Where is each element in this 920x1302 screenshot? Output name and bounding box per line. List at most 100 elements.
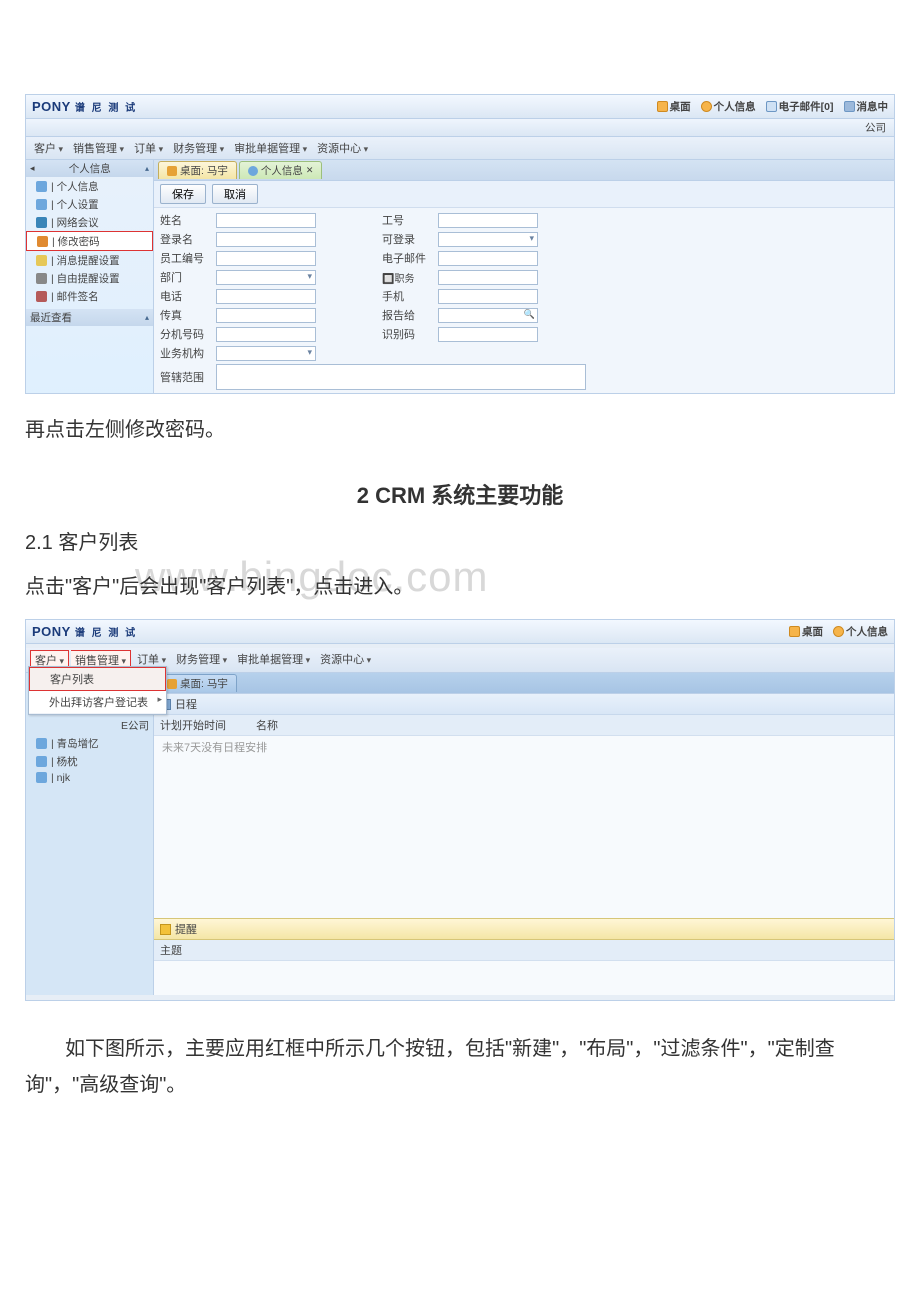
- col-start-time: 计划开始时间: [160, 717, 226, 733]
- select-bizorg[interactable]: [216, 346, 316, 361]
- lookup-report[interactable]: [438, 308, 538, 323]
- menu-resource[interactable]: 资源中心: [313, 139, 372, 157]
- label-login: 登录名: [160, 231, 216, 247]
- input-login[interactable]: [216, 232, 316, 247]
- label-title: 🔲职务: [382, 270, 438, 285]
- menu-customer[interactable]: 客户: [30, 139, 67, 157]
- schedule-empty-text: 未来7天没有日程安排: [154, 736, 894, 918]
- link-email[interactable]: 电子邮件[0]: [766, 99, 834, 114]
- label-mobile: 手机: [382, 288, 438, 304]
- sidebar-recent-header: 最近查看 ▴: [26, 309, 153, 326]
- save-button[interactable]: 保存: [160, 184, 206, 204]
- sidebar-recent-item[interactable]: | njk: [26, 770, 153, 785]
- menu-order[interactable]: 订单: [130, 139, 167, 157]
- tab-personal-info[interactable]: 个人信息✕: [239, 161, 323, 179]
- label-empno: 工号: [382, 212, 438, 228]
- tab-strip: 桌面: 马宇 个人信息✕: [154, 160, 894, 181]
- input-empno[interactable]: [438, 213, 538, 228]
- close-icon[interactable]: ✕: [306, 165, 314, 176]
- sidebar-item-change-password[interactable]: | 修改密码: [26, 231, 153, 251]
- top-links: 桌面 个人信息 电子邮件[0] 消息中: [657, 99, 888, 114]
- link-personal[interactable]: 个人信息: [701, 99, 756, 114]
- top-bar: PONY 谱 尼 测 试 桌面 个人信息 电子邮件[0] 消息中: [26, 95, 894, 119]
- home-icon: [167, 166, 177, 176]
- screenshot-personal-info: PONY 谱 尼 测 试 桌面 个人信息 电子邮件[0] 消息中 公司 客户 销…: [25, 94, 895, 394]
- brand-sub: 谱 尼 测 试: [75, 99, 137, 114]
- alert-icon: [36, 255, 47, 266]
- screenshot-customer-list: PONY 谱 尼 测 试 桌面 个人信息 客户 销售管理 订单 财务管理 审批单…: [25, 619, 895, 1001]
- home-icon: [167, 679, 177, 689]
- dropdown-item-customer-list[interactable]: 客户列表: [29, 667, 166, 691]
- menu-resource[interactable]: 资源中心: [316, 650, 375, 670]
- person-icon: [36, 199, 47, 210]
- input-name[interactable]: [216, 213, 316, 228]
- link-personal[interactable]: 个人信息: [833, 624, 888, 639]
- person-icon: [36, 756, 47, 767]
- link-desktop[interactable]: 桌面: [789, 624, 823, 639]
- input-idcode[interactable]: [438, 327, 538, 342]
- doc-heading: 2 CRM 系统主要功能: [25, 478, 895, 510]
- dropdown-item-visit-register[interactable]: 外出拜访客户登记表▸: [29, 691, 166, 714]
- company-bar: 公司: [26, 119, 894, 137]
- doc-subheading: 2.1 客户列表: [25, 526, 895, 555]
- select-canlogin[interactable]: [438, 232, 538, 247]
- collapse-icon[interactable]: ▴: [145, 313, 149, 322]
- person-icon: [36, 738, 47, 749]
- sidebar: ◂ 个人信息 ▴ | 个人信息 | 个人设置 | 网络会议 | 修改密码 | 消…: [26, 160, 154, 394]
- brand-logo: PONY 谱 尼 测 试: [32, 99, 137, 114]
- tab-strip: 桌面: 马宇: [154, 673, 894, 694]
- sidebar-recent-item[interactable]: | 青岛增忆: [26, 734, 153, 752]
- input-title[interactable]: [438, 270, 538, 285]
- tab-desktop[interactable]: 桌面: 马宇: [158, 161, 237, 179]
- home-icon: [789, 626, 800, 637]
- menu-approve[interactable]: 审批单据管理: [230, 139, 311, 157]
- home-icon: [657, 101, 668, 112]
- brand-text: PONY: [32, 99, 71, 114]
- link-msg[interactable]: 消息中: [844, 99, 889, 114]
- schedule-header: 日程: [154, 694, 894, 715]
- sidebar-item-meeting[interactable]: | 网络会议: [26, 213, 153, 231]
- menu-bar: 客户 销售管理 订单 财务管理 审批单据管理 资源中心: [26, 137, 894, 160]
- input-phone[interactable]: [216, 289, 316, 304]
- label-scope: 管辖范围: [160, 369, 216, 385]
- sidebar-item-signature[interactable]: | 邮件签名: [26, 287, 153, 305]
- toolbar-top: 保存 取消: [154, 181, 894, 208]
- select-dept[interactable]: [216, 270, 316, 285]
- input-mobile[interactable]: [438, 289, 538, 304]
- sidebar-item-personal-info[interactable]: | 个人信息: [26, 177, 153, 195]
- link-desktop[interactable]: 桌面: [657, 99, 691, 114]
- menu-finance[interactable]: 财务管理: [169, 139, 228, 157]
- label-bizorg: 业务机构: [160, 345, 216, 361]
- menu-approve[interactable]: 审批单据管理: [233, 650, 314, 670]
- sidebar-recent-item[interactable]: | 杨枕: [26, 752, 153, 770]
- cancel-button[interactable]: 取消: [212, 184, 258, 204]
- sidebar-list: | 个人信息 | 个人设置 | 网络会议 | 修改密码 | 消息提醒设置 | 自…: [26, 177, 153, 305]
- input-staffid[interactable]: [216, 251, 316, 266]
- main-panel: 桌面: 马宇 日程 计划开始时间 名称 未来7天没有日程安排 提醒 主题: [154, 673, 894, 995]
- bell-icon: [844, 101, 855, 112]
- input-email[interactable]: [438, 251, 538, 266]
- label-fax: 传真: [160, 307, 216, 323]
- label-ext: 分机号码: [160, 326, 216, 342]
- network-icon: [36, 217, 47, 228]
- label-canlogin: 可登录: [382, 231, 438, 247]
- menu-sales[interactable]: 销售管理: [69, 139, 128, 157]
- user-icon: [701, 101, 712, 112]
- sidebar-item-free-alert[interactable]: | 自由提醒设置: [26, 269, 153, 287]
- menu-finance[interactable]: 财务管理: [172, 650, 231, 670]
- workspace: E公司 | 青岛增忆 | 杨枕 | njk 桌面: 马宇 日程 计划开始时间 名…: [26, 673, 894, 995]
- textarea-scope[interactable]: [216, 364, 586, 390]
- sidebar-item-personal-settings[interactable]: | 个人设置: [26, 195, 153, 213]
- collapse-icon[interactable]: ▴: [145, 164, 149, 173]
- top-links: 桌面 个人信息: [789, 624, 888, 639]
- doc-text-1: 再点击左侧修改密码。: [25, 412, 895, 448]
- top-bar: PONY 谱 尼 测 试 桌面 个人信息: [26, 620, 894, 644]
- sidebar-title: ◂ 个人信息 ▴: [26, 160, 153, 177]
- label-dept: 部门: [160, 269, 216, 285]
- tab-desktop[interactable]: 桌面: 马宇: [158, 674, 237, 692]
- input-ext[interactable]: [216, 327, 316, 342]
- menu-dropdown-customer: 客户列表 外出拜访客户登记表▸: [28, 666, 167, 715]
- input-fax[interactable]: [216, 308, 316, 323]
- sidebar-item-msg-alert[interactable]: | 消息提醒设置: [26, 251, 153, 269]
- mail-icon: [766, 101, 777, 112]
